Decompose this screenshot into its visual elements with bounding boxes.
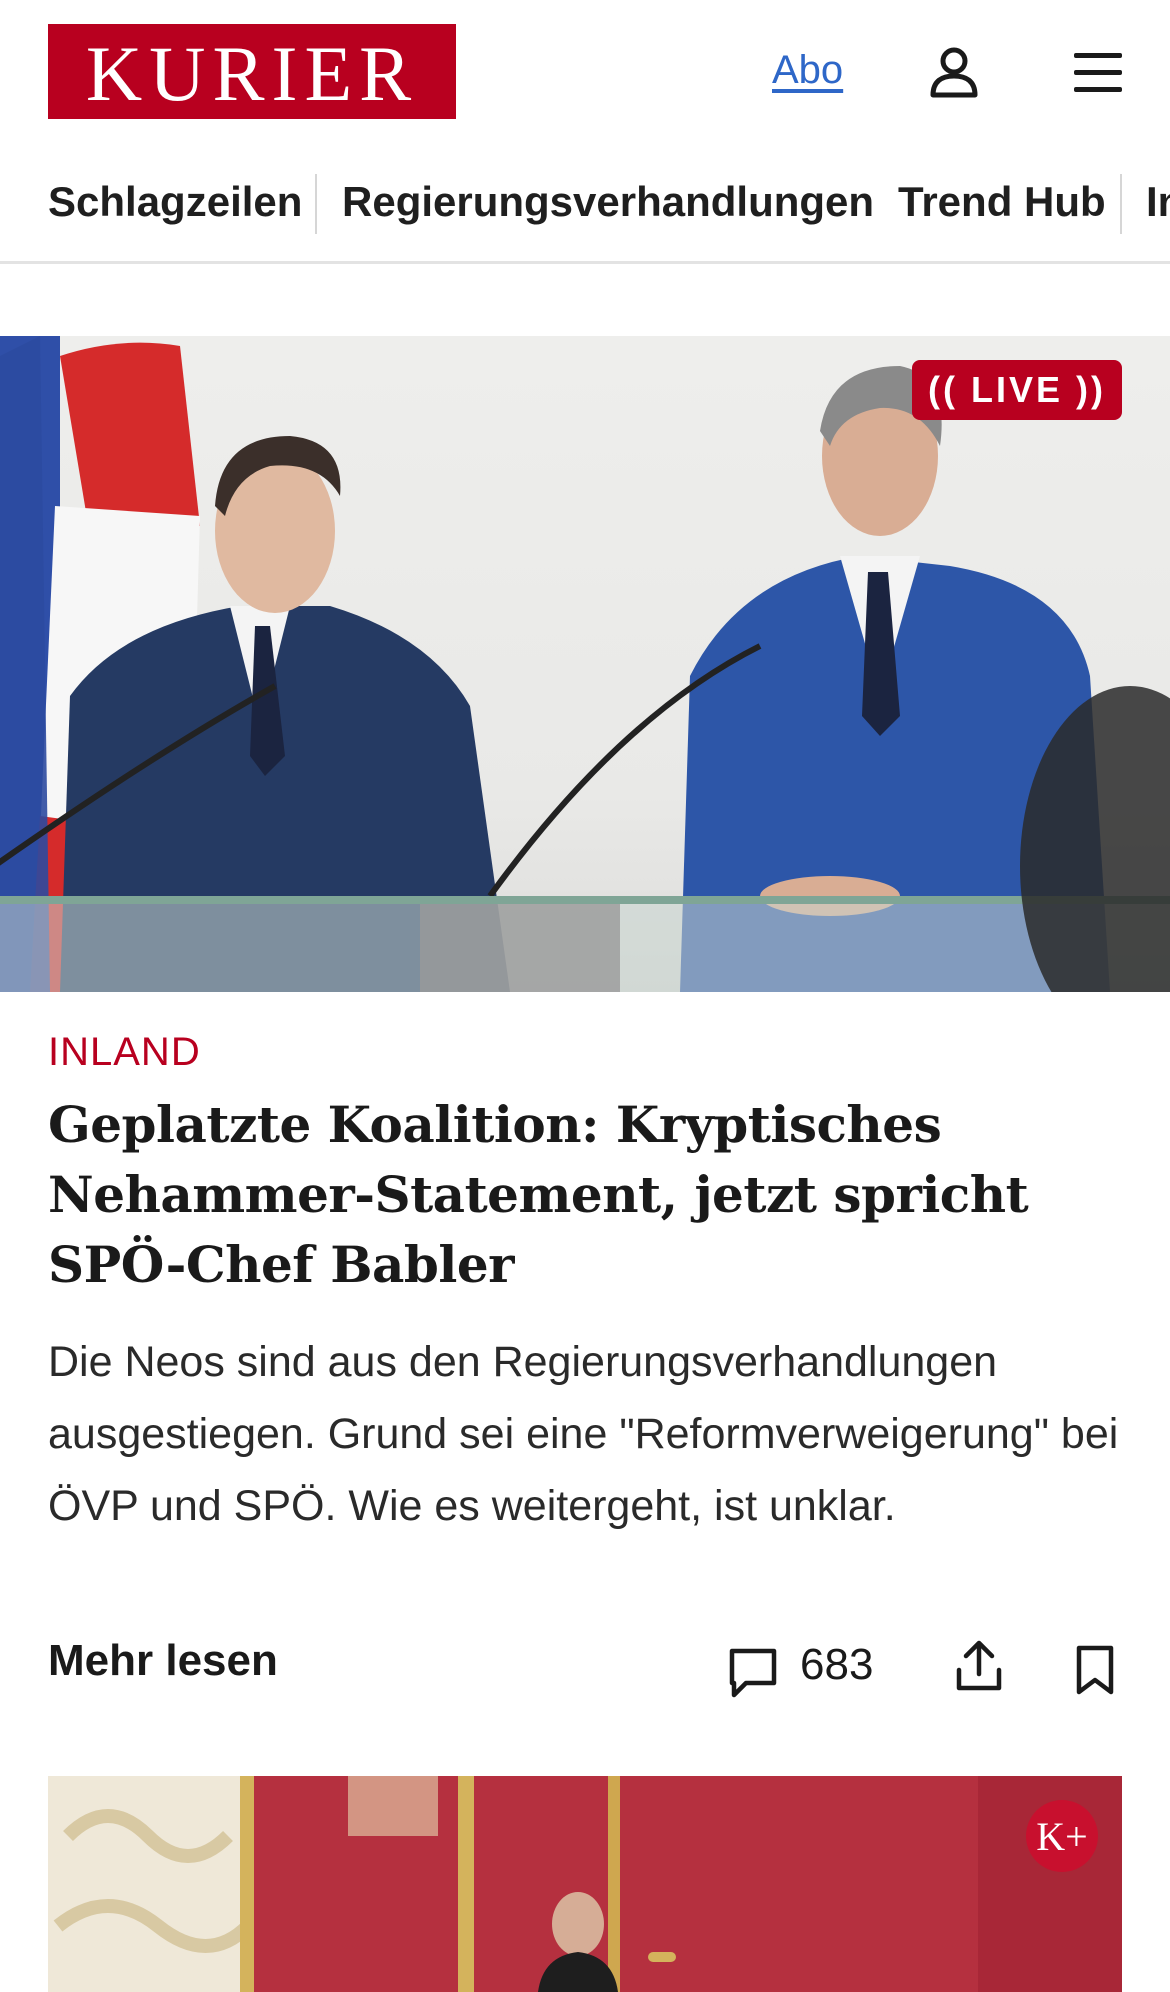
article-kicker[interactable]: INLAND — [48, 1030, 201, 1075]
comment-icon[interactable] — [726, 1645, 780, 1699]
press-conference-photo — [0, 336, 1170, 992]
nav-item-schlagzeilen[interactable]: Schlagzeilen — [48, 178, 302, 226]
kurier-logo[interactable]: KURIER — [48, 24, 456, 119]
logo-text: KURIER — [85, 29, 419, 117]
kurier-plus-badge: K+ — [1026, 1800, 1098, 1872]
second-article-image[interactable] — [48, 1776, 1122, 1992]
nav-item-inland[interactable]: In — [1146, 178, 1170, 226]
nav-divider — [1120, 174, 1122, 234]
hamburger-menu-icon[interactable] — [1072, 50, 1124, 94]
live-badge: (( LIVE )) — [912, 360, 1122, 420]
hofburg-photo — [48, 1776, 1122, 1992]
read-more-link[interactable]: Mehr lesen — [48, 1636, 278, 1686]
nav-item-regierungsverhandlungen[interactable]: Regierungsverhandlungen — [342, 178, 874, 226]
share-icon[interactable] — [954, 1638, 1004, 1694]
article-headline[interactable]: Geplatzte Koalition: Kryptisches Neham­m… — [48, 1090, 1128, 1300]
hero-image[interactable] — [0, 336, 1170, 992]
header: KURIER Abo — [0, 0, 1170, 145]
nav-divider — [315, 174, 317, 234]
abo-link[interactable]: Abo — [772, 48, 843, 93]
article-teaser[interactable]: Die Neos sind aus den Regierungsverhandl… — [48, 1326, 1128, 1542]
bookmark-icon[interactable] — [1074, 1644, 1116, 1696]
section-nav: Schlagzeilen Regierungsverhandlungen Tre… — [0, 160, 1170, 264]
comment-count[interactable]: 683 — [800, 1640, 873, 1690]
nav-item-trend-hub[interactable]: Trend Hub — [898, 178, 1106, 226]
user-icon[interactable] — [928, 46, 980, 98]
